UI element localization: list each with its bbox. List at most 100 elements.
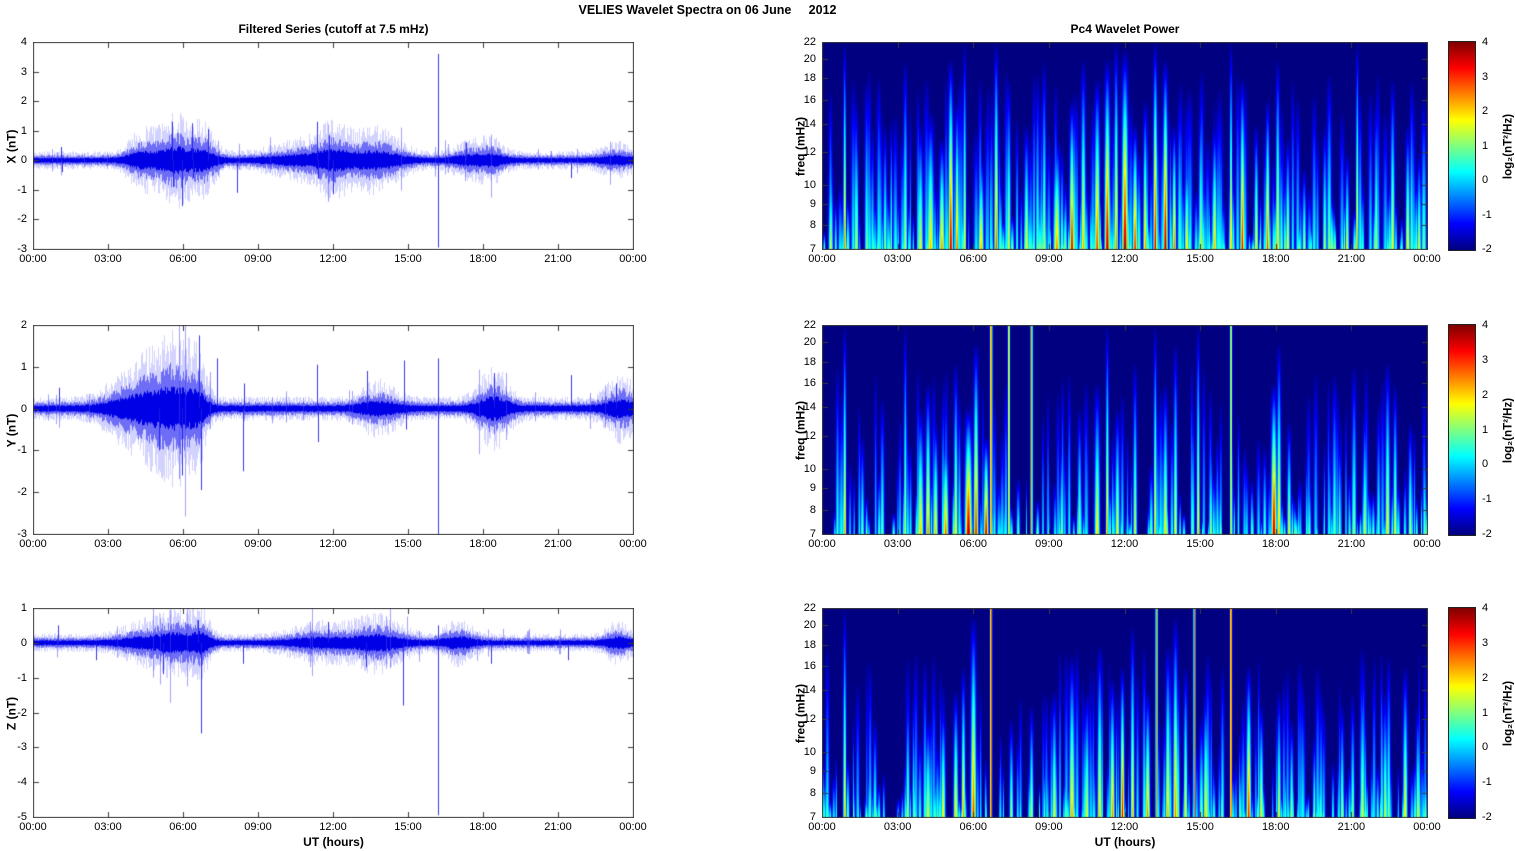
y-tick-label: 7 [778, 243, 816, 256]
colorbar-tick-label: 4 [1482, 319, 1512, 332]
y-tick-label: 20 [778, 336, 816, 349]
x-tick-label: 12:00 [310, 821, 356, 834]
y-tick-label: -4 [0, 776, 27, 789]
y-tick-label: 9 [778, 198, 816, 211]
x-tick-label: 09:00 [1026, 538, 1072, 551]
x-tick-label: 21:00 [535, 253, 581, 266]
y-tick-label: 3 [0, 66, 27, 79]
panel-z-filtered-series: Z (nT) UT (hours) 00:0003:0006:0009:0012… [33, 608, 634, 818]
x-axis-label: UT (hours) [822, 835, 1428, 849]
y-tick-label: -2 [0, 213, 27, 226]
colorbar-tick-label: -2 [1482, 528, 1512, 541]
x-tick-label: 12:00 [1102, 821, 1148, 834]
x-tick-label: 21:00 [1328, 538, 1374, 551]
y-tick-label: 16 [778, 660, 816, 673]
panel-y-wavelet-power: freq (mHz) log₂(nT²/Hz) 43210-1-2 00:000… [822, 325, 1428, 535]
y-tick-label: 7 [778, 811, 816, 824]
x-tick-label: 15:00 [385, 538, 431, 551]
y-tick-label: -1 [0, 444, 27, 457]
x-tick-label: 09:00 [1026, 821, 1072, 834]
y-tick-label: 8 [778, 504, 816, 517]
x-tick-label: 00:00 [1404, 538, 1450, 551]
y-tick-label: 8 [778, 219, 816, 232]
x-spectrogram-canvas [822, 42, 1428, 250]
y-tick-label: 12 [778, 713, 816, 726]
y-tick-label: 14 [778, 118, 816, 131]
y-tick-label: -2 [0, 707, 27, 720]
x-tick-label: 03:00 [85, 821, 131, 834]
panel-y-filtered-series: Y (nT) 00:0003:0006:0009:0012:0015:0018:… [33, 325, 634, 535]
y-tick-label: -1 [0, 184, 27, 197]
y-tick-label: 22 [778, 36, 816, 49]
y-tick-label: 18 [778, 639, 816, 652]
x-tick-label: 06:00 [160, 253, 206, 266]
y-tick-label: 9 [778, 482, 816, 495]
y-tick-label: 14 [778, 401, 816, 414]
x-tick-label: 18:00 [1253, 821, 1299, 834]
colorbar-tick-label: 0 [1482, 458, 1512, 471]
colorbar-tick-label: 2 [1482, 389, 1512, 402]
x-tick-label: 12:00 [310, 538, 356, 551]
x-tick-label: 00:00 [610, 253, 656, 266]
x-tick-label: 06:00 [950, 538, 996, 551]
y-tick-label: 0 [0, 403, 27, 416]
y-series-plot-canvas [33, 325, 634, 535]
colorbar-tick-label: 3 [1482, 637, 1512, 650]
x-series-plot-canvas [33, 42, 634, 250]
x-tick-label: 00:00 [610, 538, 656, 551]
x-tick-label: 03:00 [875, 253, 921, 266]
x-tick-label: 15:00 [385, 253, 431, 266]
y-spectrogram-canvas [822, 325, 1428, 535]
x-tick-label: 03:00 [875, 821, 921, 834]
colorbar-tick-label: 1 [1482, 140, 1512, 153]
y-tick-label: 10 [778, 746, 816, 759]
panel-title: Filtered Series (cutoff at 7.5 mHz) [33, 22, 634, 36]
y-tick-label: 1 [0, 361, 27, 374]
colorbar-tick-label: 2 [1482, 105, 1512, 118]
y-tick-label: 10 [778, 179, 816, 192]
x-tick-label: 18:00 [1253, 253, 1299, 266]
z-spectrogram-canvas [822, 608, 1428, 818]
x-tick-label: 15:00 [385, 821, 431, 834]
figure-title: VELIES Wavelet Spectra on 06 June 2012 [0, 3, 1415, 17]
panel-x-wavelet-power: Pc4 Wavelet Power freq (mHz) log₂(nT²/Hz… [822, 42, 1428, 250]
x-tick-label: 00:00 [1404, 253, 1450, 266]
y-tick-label: 18 [778, 72, 816, 85]
x-tick-label: 12:00 [310, 253, 356, 266]
y-tick-label: 0 [0, 637, 27, 650]
y-tick-label: -2 [0, 486, 27, 499]
colorbar-tick-label: 3 [1482, 71, 1512, 84]
x-tick-label: 06:00 [160, 821, 206, 834]
colorbar-tick-label: -1 [1482, 776, 1512, 789]
colorbar-tick-label: 4 [1482, 36, 1512, 49]
x-tick-label: 00:00 [610, 821, 656, 834]
y-tick-label: 14 [778, 684, 816, 697]
x-tick-label: 09:00 [235, 253, 281, 266]
x-tick-label: 21:00 [1328, 253, 1374, 266]
x-tick-label: 15:00 [1177, 821, 1223, 834]
y-tick-label: 12 [778, 430, 816, 443]
colorbar-tick-label: -1 [1482, 493, 1512, 506]
y-tick-label: 22 [778, 602, 816, 615]
y-tick-label: 0 [0, 154, 27, 167]
colorbar-tick-label: 4 [1482, 602, 1512, 615]
y-tick-label: 10 [778, 463, 816, 476]
colorbar-tick-label: -1 [1482, 209, 1512, 222]
panel-title: Pc4 Wavelet Power [822, 22, 1428, 36]
x-tick-label: 06:00 [950, 821, 996, 834]
x-tick-label: 21:00 [535, 538, 581, 551]
y-tick-label: -3 [0, 528, 27, 541]
y-tick-label: 9 [778, 765, 816, 778]
x-tick-label: 18:00 [460, 538, 506, 551]
y-tick-label: 22 [778, 319, 816, 332]
y-tick-label: 8 [778, 787, 816, 800]
y-tick-label: -3 [0, 741, 27, 754]
x-tick-label: 03:00 [85, 253, 131, 266]
x-tick-label: 09:00 [1026, 253, 1072, 266]
z-series-plot-canvas [33, 608, 634, 818]
colorbar-tick-label: -2 [1482, 811, 1512, 824]
x-tick-label: 12:00 [1102, 253, 1148, 266]
x-tick-label: 09:00 [235, 821, 281, 834]
x-tick-label: 21:00 [1328, 821, 1374, 834]
y-tick-label: 18 [778, 356, 816, 369]
